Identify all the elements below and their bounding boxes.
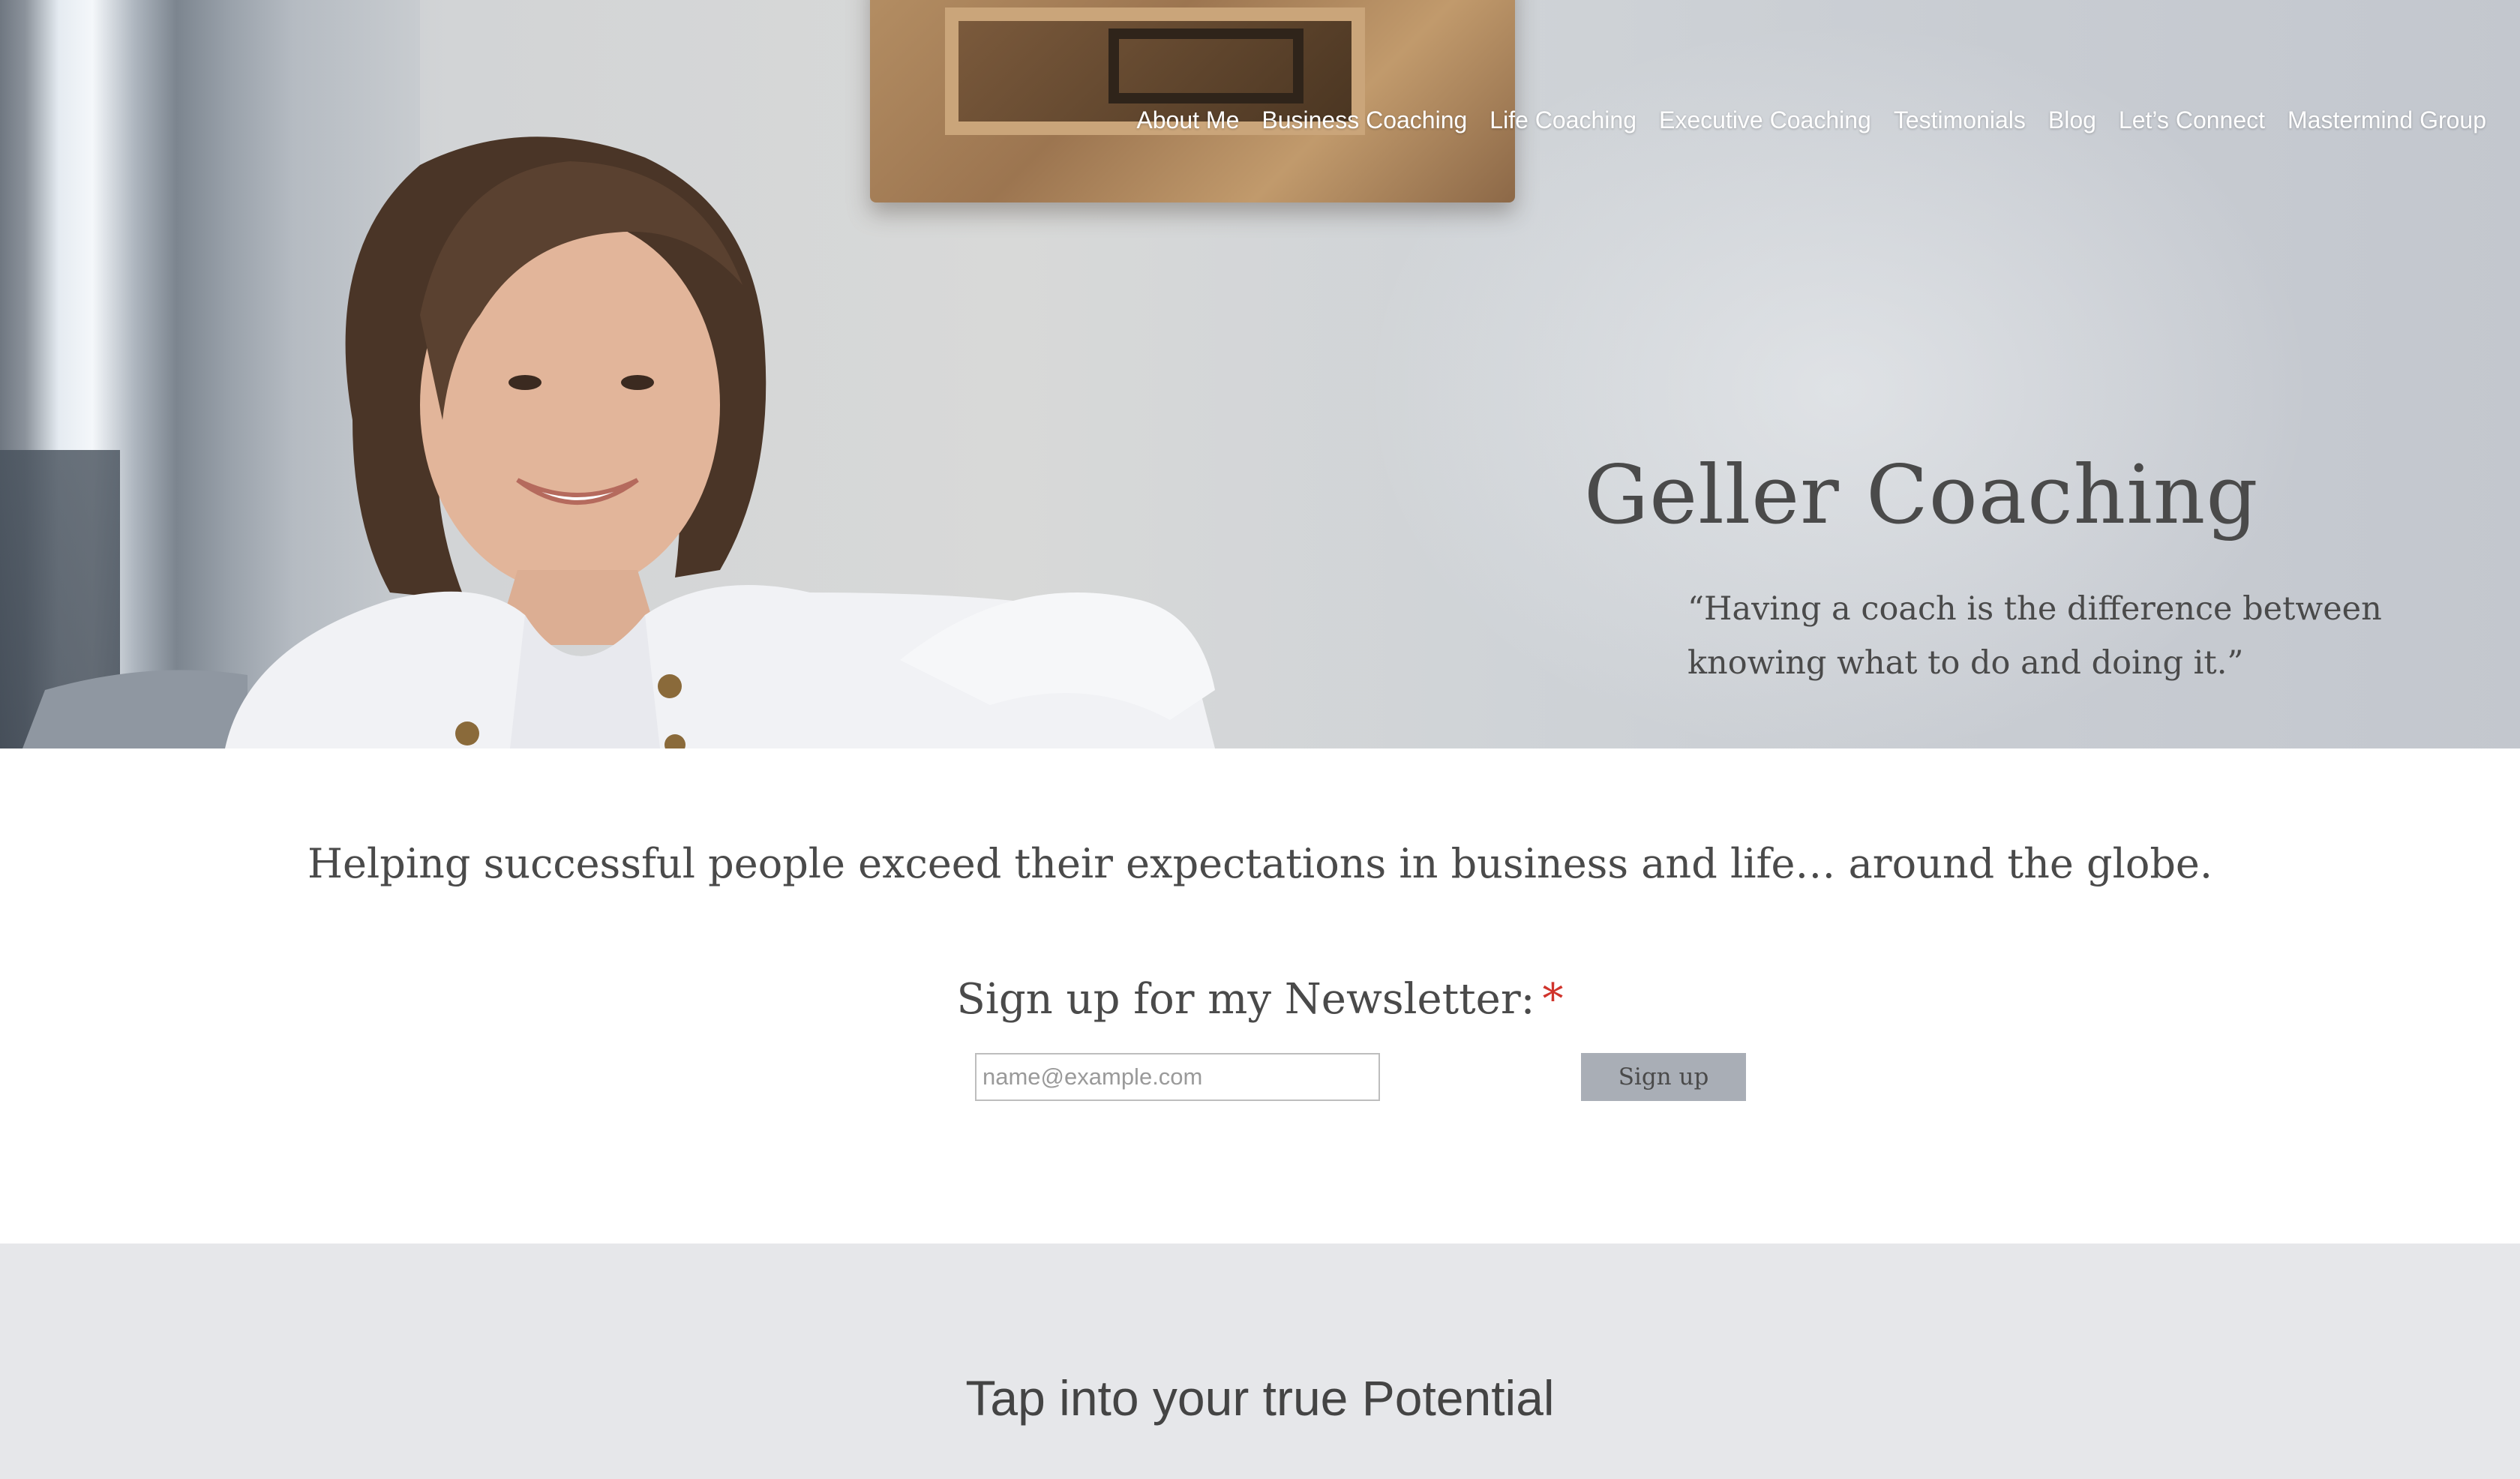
newsletter-label-text: Sign up for my Newsletter: xyxy=(956,975,1535,1024)
nav-item-lets-connect[interactable]: Let’s Connect xyxy=(2108,106,2276,134)
nav-item-blog[interactable]: Blog xyxy=(2037,106,2108,134)
site-title: Geller Coaching xyxy=(1584,448,2259,542)
hero-portrait-image xyxy=(22,136,1215,748)
hero-quote: “Having a coach is the difference betwee… xyxy=(1688,590,2382,682)
potential-section-heading: Tap into your true Potential xyxy=(965,1370,1555,1426)
nav-item-executive-coaching[interactable]: Executive Coaching xyxy=(1648,106,1882,134)
newsletter-email-input[interactable] xyxy=(975,1053,1380,1101)
required-marker: * xyxy=(1542,975,1564,1024)
nav-item-life-coaching[interactable]: Life Coaching xyxy=(1478,106,1648,134)
potential-section xyxy=(0,1244,2520,1479)
nav-item-testimonials[interactable]: Testimonials xyxy=(1882,106,2037,134)
main-navigation: About Me Business Coaching Life Coaching… xyxy=(1125,106,2498,134)
nav-item-business-coaching[interactable]: Business Coaching xyxy=(1250,106,1478,134)
nav-item-about-me[interactable]: About Me xyxy=(1125,106,1250,134)
nav-item-mastermind-group[interactable]: Mastermind Group xyxy=(2276,106,2498,134)
newsletter-label: Sign up for my Newsletter: * xyxy=(0,975,2520,1024)
signup-button[interactable]: Sign up xyxy=(1581,1053,1746,1101)
tagline: Helping successful people exceed their e… xyxy=(307,840,2213,887)
